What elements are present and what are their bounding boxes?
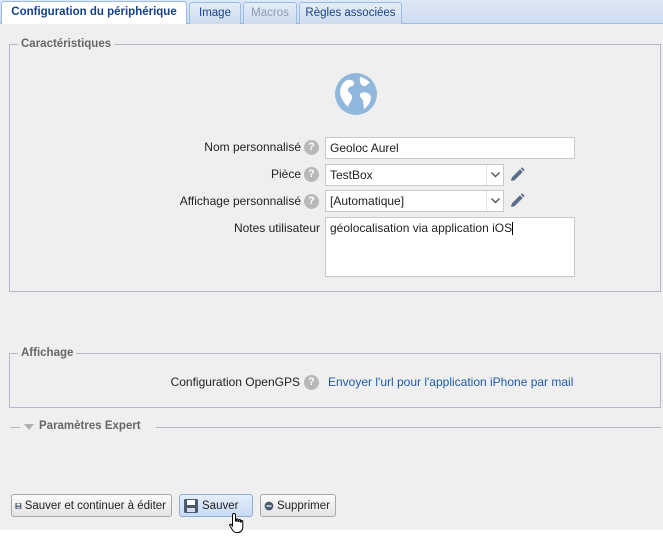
globe-icon xyxy=(335,73,377,115)
affichage-perso-select[interactable]: [Automatique] xyxy=(325,190,504,212)
save-continue-label: Sauver et continuer à éditer xyxy=(24,499,166,512)
delete-minus-icon xyxy=(264,501,274,510)
piece-label: Pièce xyxy=(270,167,301,181)
nom-label: Nom personnalisé xyxy=(204,140,301,154)
chevron-down-icon xyxy=(490,172,500,178)
expert-legend[interactable]: Paramètres Expert xyxy=(39,420,141,432)
notes-value: géolocalisation via application iOS xyxy=(330,221,513,235)
piece-value: TestBox xyxy=(330,168,373,182)
opengps-help-icon[interactable]: ? xyxy=(304,375,319,390)
save-continue-button[interactable]: Sauver et continuer à éditer xyxy=(11,494,172,517)
tab-image[interactable]: Image xyxy=(189,2,241,24)
save-label: Sauver xyxy=(202,499,239,512)
notes-label: Notes utilisateur xyxy=(233,221,320,235)
expand-triangle-icon[interactable] xyxy=(24,424,34,430)
delete-label: Supprimer xyxy=(276,499,330,512)
affichage-legend: Affichage xyxy=(21,347,74,359)
text-caret xyxy=(512,222,514,236)
affichage-perso-value: [Automatique] xyxy=(330,194,405,208)
affichage-perso-help-icon[interactable]: ? xyxy=(304,194,319,209)
hand-pointer-cursor-icon xyxy=(229,512,244,533)
expert-section-header[interactable]: Paramètres Expert xyxy=(10,420,661,434)
floppy-disk-icon xyxy=(15,502,22,509)
notes-textarea[interactable]: géolocalisation via application iOS xyxy=(325,217,575,277)
tab-regles[interactable]: Règles associées xyxy=(299,2,402,24)
opengps-label: Configuration OpenGPS xyxy=(170,375,300,389)
piece-dropdown-trigger[interactable] xyxy=(486,165,503,185)
caracteristiques-legend: Caractéristiques xyxy=(21,38,112,50)
tab-bar: Configuration du périphérique Image Macr… xyxy=(0,0,663,25)
edit-piece-pencil-icon[interactable] xyxy=(508,166,526,184)
expert-divider-left xyxy=(10,427,20,428)
tab-configuration[interactable]: Configuration du périphérique xyxy=(1,1,187,25)
affichage-perso-label: Affichage personnalisé xyxy=(179,194,301,208)
delete-button[interactable]: Supprimer xyxy=(260,494,336,517)
nom-help-icon[interactable]: ? xyxy=(304,140,319,155)
chevron-down-icon xyxy=(490,198,500,204)
piece-help-icon[interactable]: ? xyxy=(304,167,319,182)
piece-select[interactable]: TestBox xyxy=(325,164,504,186)
opengps-send-link[interactable]: Envoyer l'url pour l'application iPhone … xyxy=(328,375,573,389)
affichage-perso-dropdown-trigger[interactable] xyxy=(486,191,503,211)
edit-affichage-pencil-icon[interactable] xyxy=(508,192,526,210)
nom-input[interactable]: Geoloc Aurel xyxy=(325,137,575,159)
bottom-strip xyxy=(0,530,663,537)
floppy-disk-icon xyxy=(184,498,198,513)
tab-macros[interactable]: Macros xyxy=(243,2,297,24)
expert-divider-right xyxy=(156,427,661,428)
